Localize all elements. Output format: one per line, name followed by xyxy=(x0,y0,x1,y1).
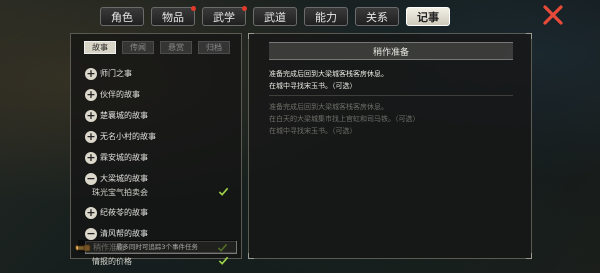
quest-label: 情报的价格 xyxy=(92,257,132,266)
notification-dot-icon xyxy=(242,6,247,11)
story-label: 霖安城的故事 xyxy=(100,153,148,162)
checkmark-icon xyxy=(218,187,229,196)
close-icon xyxy=(543,5,563,25)
quest-item[interactable]: 珠光宝气拍卖会 xyxy=(85,186,237,199)
completed-objectives: 准备完成后回到大梁城客栈客房休息。 在白天的大梁城集市找上官虹和司马铁。（可选）… xyxy=(269,101,513,137)
subtab-rumors[interactable]: 传闻 xyxy=(122,41,154,54)
tab-martial-path[interactable]: 武道 xyxy=(253,7,297,26)
tab-label: 武道 xyxy=(264,10,286,24)
story-label: 纪莜苓的故事 xyxy=(100,208,148,217)
story-list-panel: 故事 传闻 悬赏 归档 + 师门之事 + 伙伴的故事 + 楚襄城的故事 + 无名… xyxy=(70,33,242,266)
tab-abilities[interactable]: 能力 xyxy=(304,7,348,26)
tab-label: 关系 xyxy=(366,10,388,24)
story-label: 伙伴的故事 xyxy=(100,90,140,99)
story-item[interactable]: + 纪莜苓的故事 xyxy=(85,205,148,220)
subtab-archive[interactable]: 归档 xyxy=(198,41,230,54)
checkmark-icon xyxy=(218,256,229,265)
tab-relations[interactable]: 关系 xyxy=(355,7,399,26)
expand-plus-icon[interactable]: + xyxy=(85,67,97,80)
tab-label: 能力 xyxy=(315,10,337,24)
quest-detail-panel: 稍作准备 准备完成后回到大梁城客栈客房休息。 在城中寻找宋玉书。（可选） 准备完… xyxy=(248,33,532,259)
quest-title: 稍作准备 xyxy=(269,42,513,60)
subtab-label: 传闻 xyxy=(130,43,146,52)
story-item-expanded[interactable]: − 清风帮的故事 xyxy=(85,226,148,241)
footer-text: 最多同时可追踪3个事件任务 xyxy=(115,243,199,251)
collapse-minus-icon[interactable]: − xyxy=(85,172,97,185)
story-label: 大梁城的故事 xyxy=(100,174,148,183)
tab-label: 武学 xyxy=(213,10,235,24)
tab-character[interactable]: 角色 xyxy=(100,7,144,26)
story-label: 清风帮的故事 xyxy=(100,229,148,238)
expand-plus-icon[interactable]: + xyxy=(85,88,97,101)
panel-corner-ornament xyxy=(526,33,532,39)
subtab-label: 归档 xyxy=(206,43,222,52)
story-item[interactable]: + 无名小村的故事 xyxy=(85,129,156,144)
subtab-stories[interactable]: 故事 xyxy=(84,41,116,54)
panel-corner-ornament xyxy=(526,253,532,259)
collapse-minus-icon[interactable]: − xyxy=(85,227,97,240)
expand-plus-icon[interactable]: + xyxy=(85,130,97,143)
story-item[interactable]: + 师门之事 xyxy=(85,66,132,81)
subtab-label: 悬赏 xyxy=(168,43,184,52)
subtab-bounties[interactable]: 悬赏 xyxy=(160,41,192,54)
close-button[interactable] xyxy=(541,3,565,27)
objective-line: 准备完成后回到大梁城客栈客房休息。 xyxy=(269,70,388,78)
expand-plus-icon[interactable]: + xyxy=(85,109,97,122)
tab-journal[interactable]: 记事 xyxy=(406,7,450,26)
tracking-limit-note: 最多同时可追踪3个事件任务 xyxy=(78,240,236,252)
panel-corner-ornament xyxy=(248,253,254,259)
expand-plus-icon[interactable]: + xyxy=(85,151,97,164)
story-item-expanded[interactable]: − 大梁城的故事 xyxy=(85,171,148,186)
objective-line: 在城中寻找宋玉书。（可选） xyxy=(269,82,357,90)
top-tab-bar: 角色 物品 武学 武道 能力 关系 记事 xyxy=(100,6,450,26)
tab-items[interactable]: 物品 xyxy=(151,6,196,26)
objectives-divider xyxy=(269,95,513,96)
tab-label: 角色 xyxy=(111,10,133,24)
story-item[interactable]: + 霖安城的故事 xyxy=(85,150,148,165)
objective-line-done: 在城中寻找宋玉书。（可选） xyxy=(269,127,357,135)
story-item[interactable]: + 楚襄城的故事 xyxy=(85,108,148,123)
expand-plus-icon[interactable]: + xyxy=(85,206,97,219)
quest-label: 珠光宝气拍卖会 xyxy=(92,188,148,197)
story-item[interactable]: + 伙伴的故事 xyxy=(85,87,140,102)
subtab-label: 故事 xyxy=(92,43,108,52)
story-label: 无名小村的故事 xyxy=(100,132,156,141)
objective-line-done: 准备完成后回到大梁城客栈客房休息。 xyxy=(269,103,388,111)
quest-item[interactable]: 情报的价格 xyxy=(85,255,237,268)
quest-title-text: 稍作准备 xyxy=(372,47,409,58)
journal-subtab-bar: 故事 传闻 悬赏 归档 xyxy=(84,41,230,54)
story-label: 师门之事 xyxy=(100,69,132,78)
story-label: 楚襄城的故事 xyxy=(100,111,148,120)
panel-corner-ornament xyxy=(248,33,254,39)
tab-martial-arts[interactable]: 武学 xyxy=(202,6,247,26)
current-objectives: 准备完成后回到大梁城客栈客房休息。 在城中寻找宋玉书。（可选） xyxy=(269,68,513,92)
tab-label: 物品 xyxy=(162,10,184,24)
objective-line-done: 在白天的大梁城集市找上官虹和司马铁。（可选） xyxy=(269,115,420,123)
notification-dot-icon xyxy=(191,6,196,11)
tab-label: 记事 xyxy=(417,10,439,24)
